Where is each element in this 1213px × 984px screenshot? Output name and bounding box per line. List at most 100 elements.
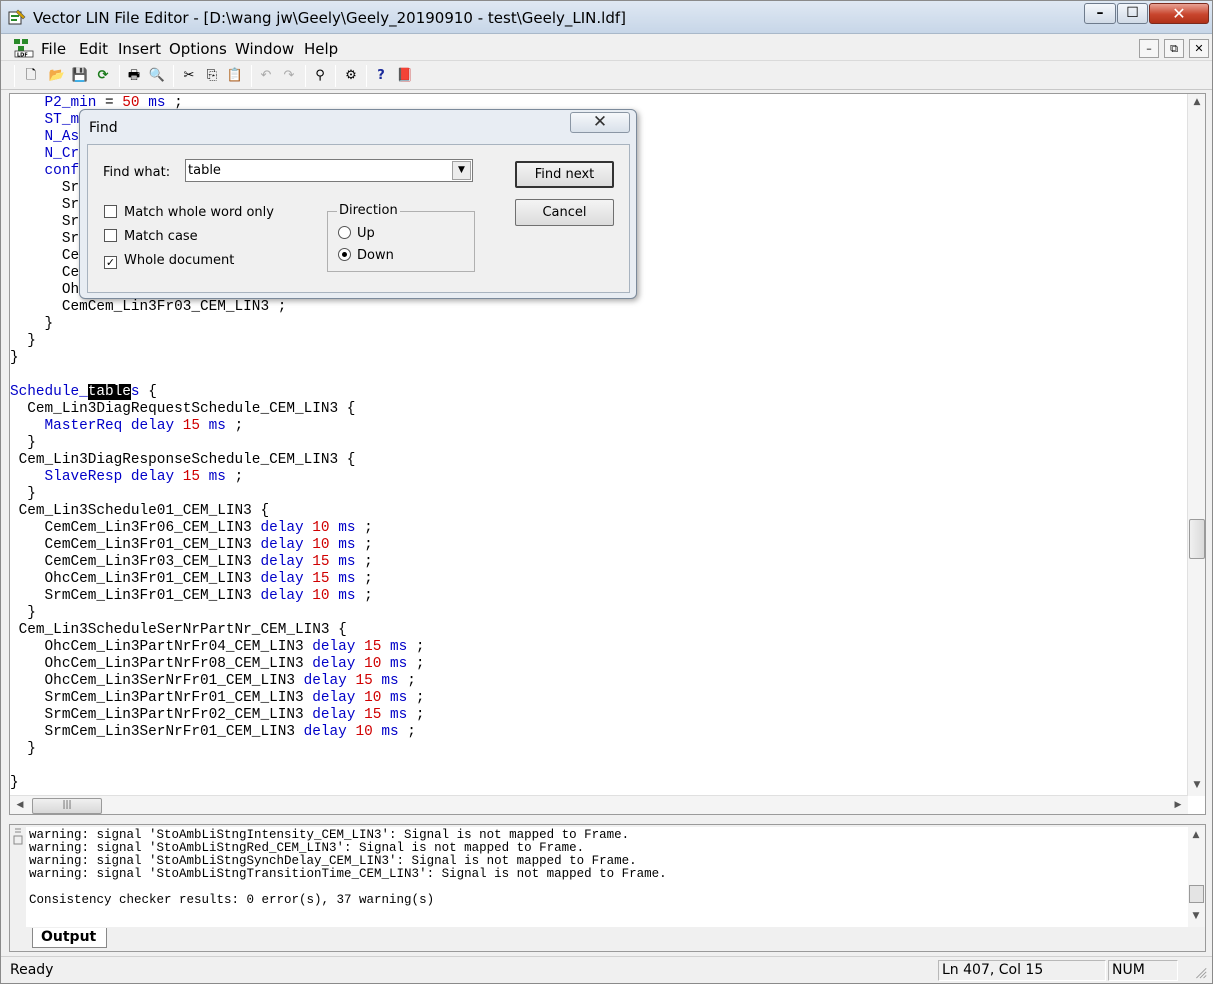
checkbox-box[interactable]	[104, 205, 117, 218]
vertical-scrollbar[interactable]: ▲ ▼	[1187, 94, 1205, 796]
code-line[interactable]: MasterReq delay 15 ms ;	[10, 418, 244, 435]
menu-window[interactable]: Window	[235, 40, 294, 58]
code-line[interactable]: }	[10, 333, 36, 350]
code-line[interactable]: SrmCem_Lin3PartNrFr01_CEM_LIN3 delay 10 …	[10, 690, 425, 707]
code-line[interactable]: Sr	[10, 197, 79, 214]
code-line[interactable]: Schedule_tables {	[10, 384, 157, 401]
code-line[interactable]: Sr	[10, 214, 79, 231]
find-what-combobox[interactable]: table ▼	[185, 159, 473, 182]
direction-up-radio[interactable]: Up	[338, 226, 375, 241]
print-icon[interactable]: 🖶	[124, 66, 144, 86]
print-preview-icon[interactable]: 🔍	[147, 66, 167, 86]
find-close-button[interactable]: ✕	[570, 112, 630, 133]
code-line[interactable]: }	[10, 486, 36, 503]
scroll-up-icon[interactable]: ▲	[1189, 97, 1205, 107]
chevron-down-icon[interactable]: ▼	[452, 161, 471, 180]
code-line[interactable]: CemCem_Lin3Fr03_CEM_LIN3 delay 15 ms ;	[10, 554, 373, 571]
save-icon[interactable]: 💾	[70, 66, 90, 86]
cut-icon[interactable]: ✂	[179, 66, 199, 86]
undo-icon[interactable]: ↶	[256, 66, 276, 86]
menu-insert[interactable]: Insert	[118, 40, 161, 58]
checkbox-box[interactable]	[104, 229, 117, 242]
vertical-scroll-thumb[interactable]	[1189, 519, 1205, 559]
help-book-icon[interactable]: 📕	[395, 66, 415, 86]
code-line[interactable]: Ce	[10, 248, 79, 265]
code-line[interactable]: }	[10, 775, 19, 792]
match-case-checkbox[interactable]: Match case	[104, 229, 198, 245]
code-line[interactable]: }	[10, 316, 54, 333]
consistency-check-icon[interactable]: ⚙	[341, 66, 361, 86]
code-line[interactable]: Cem_Lin3Schedule01_CEM_LIN3 {	[10, 503, 269, 520]
code-line[interactable]: SrmCem_Lin3PartNrFr02_CEM_LIN3 delay 15 …	[10, 707, 425, 724]
find-what-input[interactable]: table	[188, 163, 221, 178]
new-file-icon[interactable]: 🗋	[21, 66, 41, 86]
code-line[interactable]: N_Cr	[10, 146, 80, 163]
code-line[interactable]: Cem_Lin3ScheduleSerNrPartNr_CEM_LIN3 {	[10, 622, 347, 639]
refresh-icon[interactable]: ⟳	[93, 66, 113, 86]
horizontal-scroll-thumb[interactable]: |||	[32, 798, 102, 814]
minimize-button[interactable]: –	[1084, 3, 1116, 24]
radio-button[interactable]	[338, 226, 351, 239]
maximize-button[interactable]: ☐	[1117, 3, 1148, 24]
code-line[interactable]: Oh	[10, 282, 79, 299]
code-line[interactable]: Sr	[10, 180, 79, 197]
output-scroll-thumb[interactable]	[1189, 885, 1204, 903]
code-line[interactable]: SlaveResp delay 15 ms ;	[10, 469, 244, 486]
scroll-down-icon[interactable]: ▼	[1189, 780, 1205, 790]
radio-button-selected[interactable]	[338, 248, 351, 261]
open-folder-icon[interactable]: 📂	[47, 66, 67, 86]
code-line[interactable]: }	[10, 435, 36, 452]
whole-document-checkbox[interactable]: ✓ Whole document	[104, 253, 234, 269]
mdi-minimize-button[interactable]: –	[1139, 39, 1159, 58]
code-line[interactable]: Cem_Lin3DiagRequestSchedule_CEM_LIN3 {	[10, 401, 355, 418]
scroll-right-icon[interactable]: ▶	[1170, 800, 1186, 810]
code-line[interactable]: Sr	[10, 231, 79, 248]
mdi-close-button[interactable]: ✕	[1189, 39, 1209, 58]
document-icon[interactable]: LDF	[13, 38, 35, 58]
code-line[interactable]: OhcCem_Lin3SerNrFr01_CEM_LIN3 delay 15 m…	[10, 673, 416, 690]
checkmark-icon[interactable]: ✓	[104, 256, 117, 269]
output-log[interactable]: warning: signal 'StoAmbLiStngIntensity_C…	[26, 827, 1188, 927]
copy-icon[interactable]: ⎘	[202, 66, 222, 86]
code-line[interactable]: OhcCem_Lin3Fr01_CEM_LIN3 delay 15 ms ;	[10, 571, 373, 588]
redo-icon[interactable]: ↷	[279, 66, 299, 86]
code-line[interactable]: SrmCem_Lin3SerNrFr01_CEM_LIN3 delay 10 m…	[10, 724, 416, 741]
code-line[interactable]: CemCem_Lin3Fr03_CEM_LIN3 ;	[10, 299, 287, 316]
resize-grip-icon[interactable]	[1180, 960, 1208, 981]
mdi-restore-button[interactable]: ⧉	[1164, 39, 1184, 58]
code-line[interactable]: CemCem_Lin3Fr06_CEM_LIN3 delay 10 ms ;	[10, 520, 373, 537]
find-next-button[interactable]: Find next	[515, 161, 614, 188]
pane-grip-icon[interactable]	[12, 827, 24, 847]
help-icon[interactable]: ?	[371, 66, 391, 86]
scroll-left-icon[interactable]: ◀	[12, 800, 28, 810]
cancel-button[interactable]: Cancel	[515, 199, 614, 226]
code-line[interactable]: OhcCem_Lin3PartNrFr04_CEM_LIN3 delay 15 …	[10, 639, 425, 656]
code-line[interactable]: SrmCem_Lin3Fr01_CEM_LIN3 delay 10 ms ;	[10, 588, 373, 605]
find-binoculars-icon[interactable]: ⚲	[310, 66, 330, 86]
match-whole-word-checkbox[interactable]: Match whole word only	[104, 205, 274, 221]
code-line[interactable]: ST_m	[10, 112, 80, 129]
menu-help[interactable]: Help	[304, 40, 338, 58]
scroll-down-icon[interactable]: ▼	[1188, 911, 1204, 921]
title-bar[interactable]: Vector LIN File Editor - [D:\wang jw\Gee…	[1, 1, 1212, 34]
code-line[interactable]: OhcCem_Lin3PartNrFr08_CEM_LIN3 delay 10 …	[10, 656, 425, 673]
menu-edit[interactable]: Edit	[79, 40, 108, 58]
code-line[interactable]: Ce	[10, 265, 79, 282]
code-line[interactable]: }	[10, 605, 36, 622]
horizontal-scrollbar[interactable]: ◀ ||| ▶	[10, 795, 1188, 814]
menu-options[interactable]: Options	[169, 40, 227, 58]
code-line[interactable]: Cem_Lin3DiagResponseSchedule_CEM_LIN3 {	[10, 452, 356, 469]
code-line[interactable]: }	[10, 741, 36, 758]
code-line[interactable]: }	[10, 350, 19, 367]
tab-output[interactable]: Output	[32, 928, 108, 948]
direction-down-radio[interactable]: Down	[338, 248, 394, 263]
close-button[interactable]: ✕	[1149, 3, 1209, 24]
code-line[interactable]: CemCem_Lin3Fr01_CEM_LIN3 delay 10 ms ;	[10, 537, 373, 554]
menu-file[interactable]: File	[41, 40, 66, 58]
code-line[interactable]: N_As	[10, 129, 80, 146]
output-scrollbar[interactable]: ▲ ▼	[1188, 827, 1205, 927]
scroll-up-icon[interactable]: ▲	[1188, 830, 1204, 840]
paste-icon[interactable]: 📋	[225, 66, 245, 86]
code-line[interactable]: conf	[10, 163, 80, 180]
